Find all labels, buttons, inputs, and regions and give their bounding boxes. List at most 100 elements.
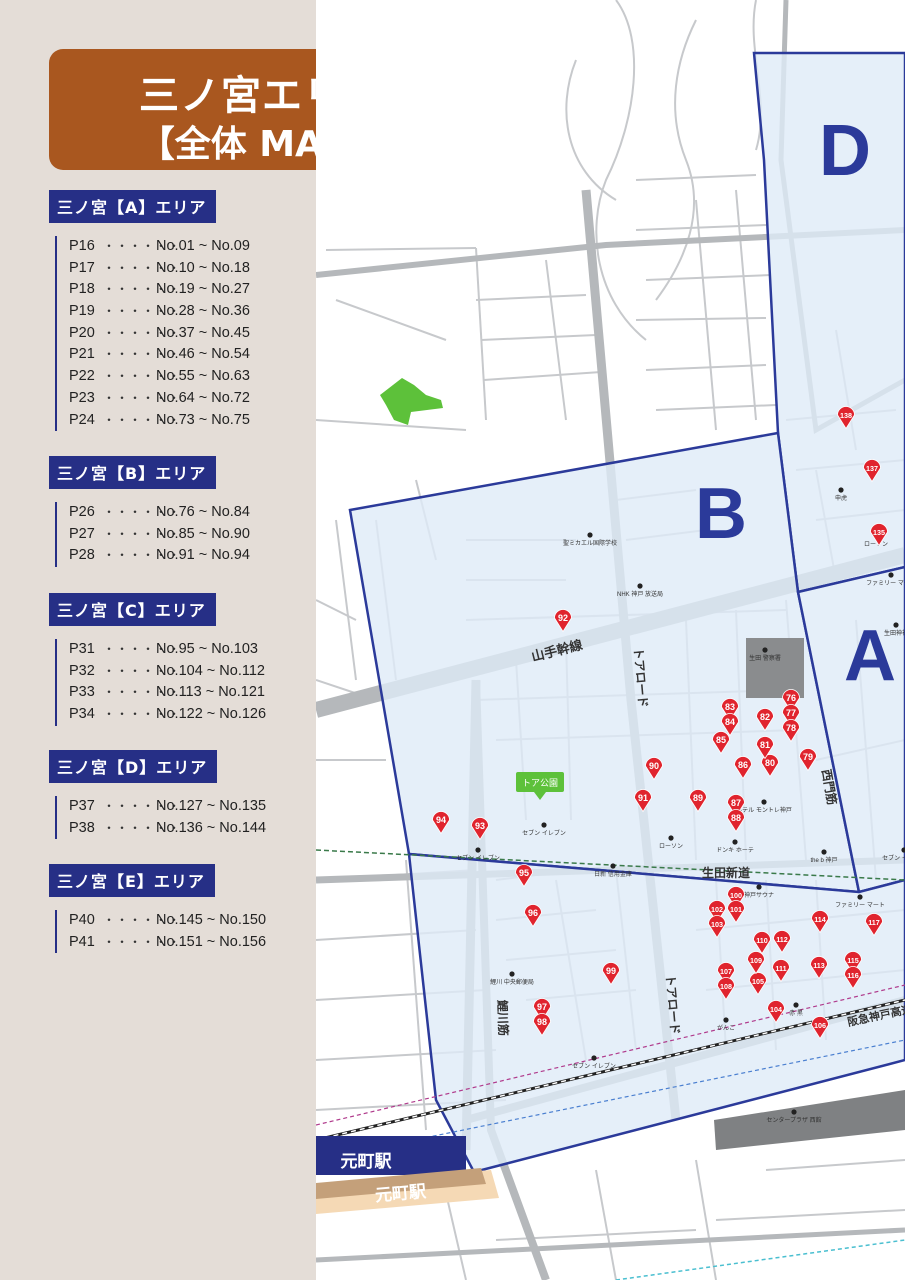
pin-number: 98: [537, 1017, 547, 1027]
leader-dots: ・・・・・・: [103, 707, 182, 722]
leader-dots: ・・・・・・: [103, 934, 182, 949]
page-row: P34 ・・・・・・No.122 ~ No.126: [69, 704, 266, 726]
page-row: P38 ・・・・・・No.136 ~ No.144: [69, 818, 266, 840]
page-number: P34: [69, 706, 95, 723]
page-number: P31: [69, 641, 95, 657]
area-section: 三ノ宮【B】エリア P26 ・・・・・・No.76 ~ No.84 P27 ・・・・・・…: [49, 456, 250, 568]
pin-number: 85: [716, 735, 726, 745]
landmark-label: セブン イレブン: [522, 829, 566, 837]
leader-dots: ・・・・・・: [103, 260, 182, 275]
page-row: P40 ・・・・・・No.145 ~ No.150: [69, 910, 266, 932]
pin-number: 100: [730, 891, 742, 900]
leader-dots: ・・・・・・: [103, 913, 182, 927]
pin-number: 88: [731, 813, 741, 823]
landmark-label: セブン イレブン: [572, 1062, 616, 1070]
landmark-label: ローソン: [659, 844, 683, 850]
pin-number: 110: [756, 936, 768, 945]
pin-number: 76: [786, 693, 796, 703]
landmark-label: 申虎: [835, 494, 847, 502]
landmark-label: がんこ: [717, 1024, 735, 1032]
pin-number: 84: [725, 717, 735, 727]
leader-dots: ・・・・・・: [103, 412, 182, 427]
page-row: P26 ・・・・・・No.76 ~ No.84: [69, 502, 250, 524]
page-row: P24 ・・・・・・No.73 ~ No.75: [69, 410, 250, 432]
leader-dots: ・・・・・・: [103, 282, 182, 297]
page-number: P28: [69, 547, 95, 564]
entry-range: No.28 ~ No.36: [156, 303, 250, 320]
pin-number: 78: [786, 723, 796, 733]
page-row: P18 ・・・・・・No.19 ~ No.27: [69, 279, 250, 301]
pin-number: 112: [776, 935, 788, 944]
pin-number: 116: [847, 971, 859, 980]
page-number: P26: [69, 504, 95, 520]
landmark-label: ファミリー マート: [866, 580, 905, 587]
leader-dots: ・・・・・・: [103, 663, 182, 678]
pin-number: 135: [873, 528, 885, 537]
page-number: P37: [69, 798, 95, 814]
pin-number: 108: [720, 982, 732, 991]
pin-number: 104: [770, 1005, 782, 1014]
pin-number: 96: [528, 908, 538, 918]
pin-number: 83: [725, 702, 735, 712]
leader-dots: ・・・・・・: [103, 369, 182, 384]
entry-range: No.10 ~ No.18: [156, 259, 250, 276]
pin-number: 101: [730, 905, 742, 914]
pin-number: 99: [606, 966, 616, 976]
landmark-label: ホテル モントレ神戸: [736, 806, 792, 814]
pin-number: 90: [649, 761, 659, 771]
pin-number: 80: [765, 758, 775, 768]
landmark-label: ローソン: [864, 542, 888, 548]
page-number: P24: [69, 411, 95, 428]
motomachi-jr-station: 元町駅: [316, 1136, 466, 1175]
page-row: P41 ・・・・・・No.151 ~ No.156: [69, 932, 266, 954]
page-number: P27: [69, 525, 95, 542]
pin-number: 97: [537, 1002, 547, 1012]
pin-number: 92: [558, 613, 568, 623]
pin-number: 117: [868, 918, 880, 927]
page-number: P16: [69, 238, 95, 254]
pin-number: 94: [436, 815, 446, 825]
sidebar: 三ノ宮エリア 【全体 MAP】 三ノ宮【A】エリア P16 ・・・・・・No.01 …: [0, 0, 475, 1280]
entry-range: No.76 ~ No.84: [156, 504, 250, 520]
entry-range: No.73 ~ No.75: [156, 411, 250, 428]
page-number: P17: [69, 259, 95, 276]
pin-number: 81: [760, 740, 770, 750]
section-heading: 三ノ宮【B】エリア: [49, 456, 217, 489]
svg-text:鯉川筋: 鯉川筋: [495, 1000, 511, 1037]
page-row: P19 ・・・・・・No.28 ~ No.36: [69, 301, 250, 323]
page-number: P38: [69, 819, 95, 836]
page-row: P27 ・・・・・・No.85 ~ No.90: [69, 524, 250, 546]
area-section: 三ノ宮【E】エリア P40 ・・・・・・No.145 ~ No.150 P41 ・・・・…: [49, 864, 266, 954]
page-number: P18: [69, 281, 95, 298]
landmark-label: 赤 黒: [789, 1010, 803, 1017]
entry-range: No.95 ~ No.103: [156, 641, 258, 657]
landmark-label: ドンキ ホーテ: [716, 847, 754, 854]
page-row: P21 ・・・・・・No.46 ~ No.54: [69, 344, 250, 366]
leader-dots: ・・・・・・: [103, 505, 182, 519]
page-number: P21: [69, 346, 95, 363]
pin-number: 138: [840, 411, 852, 420]
landmark-label: 聖ミカエル国際学校: [563, 539, 617, 547]
pin-number: 137: [866, 464, 878, 473]
page-row: P20 ・・・・・・No.37 ~ No.45: [69, 323, 250, 345]
entry-range: No.104 ~ No.112: [156, 662, 265, 679]
page-row: P23 ・・・・・・No.64 ~ No.72: [69, 388, 250, 410]
section-heading: 三ノ宮【D】エリア: [49, 750, 218, 783]
ikuta-road-label: 生田新道: [702, 865, 750, 880]
leader-dots: ・・・・・・: [103, 239, 182, 253]
pin-number: 77: [786, 708, 796, 718]
leader-dots: ・・・・・・: [103, 304, 182, 319]
pin-number: 86: [738, 760, 748, 770]
leader-dots: ・・・・・・: [103, 347, 182, 362]
entry-range: No.85 ~ No.90: [156, 525, 250, 542]
entry-range: No.64 ~ No.72: [156, 389, 250, 406]
leader-dots: ・・・・・・: [103, 685, 182, 700]
area-section: 三ノ宮【C】エリア P31 ・・・・・・No.95 ~ No.103 P32 ・・・・・…: [49, 593, 266, 726]
page-list: P26 ・・・・・・No.76 ~ No.84 P27 ・・・・・・No.85 ~ N…: [55, 502, 250, 568]
pin-number: 91: [638, 793, 648, 803]
entry-range: No.01 ~ No.09: [156, 238, 250, 254]
landmark-label: NHK 神戸 放送局: [617, 590, 663, 598]
landmark-label: ファミリー マート: [835, 902, 885, 909]
entry-range: No.55 ~ No.63: [156, 368, 250, 385]
landmark-label: 日新 信用金庫: [594, 870, 632, 878]
